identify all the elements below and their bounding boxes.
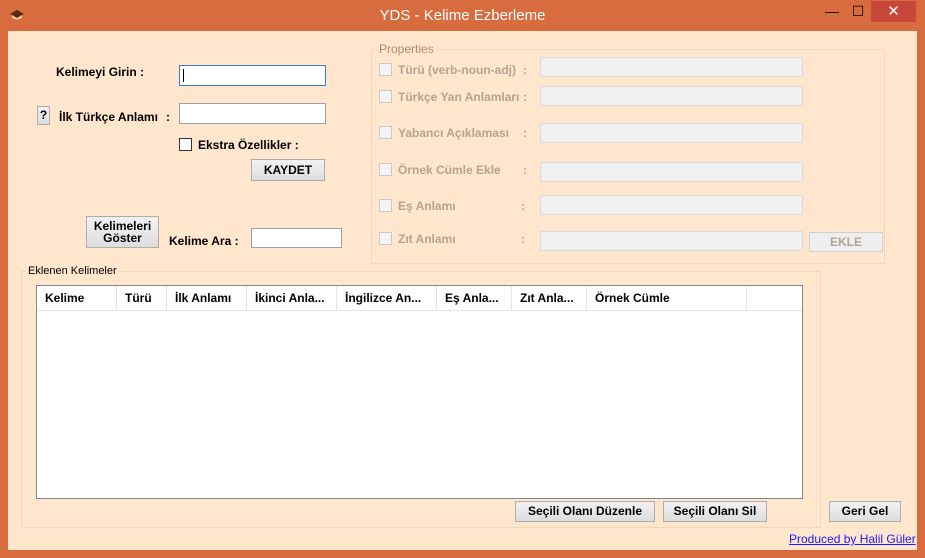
column-header-type[interactable]: Türü	[117, 286, 167, 311]
foreign-desc-colon: :	[523, 126, 527, 140]
credit-link[interactable]: Produced by Halil Güler	[789, 532, 916, 546]
column-header-english[interactable]: İngilizce An...	[337, 286, 437, 311]
antonym-label: Zıt Anlamı	[398, 232, 456, 246]
close-button[interactable]: ✕	[871, 1, 916, 22]
search-label: Kelime Ara :	[169, 234, 239, 248]
meaning-input[interactable]	[179, 103, 326, 124]
column-header-example-sentence[interactable]: Örnek Cümle	[587, 286, 747, 311]
help-button[interactable]: ?	[37, 106, 50, 125]
type-colon: :	[523, 63, 527, 77]
edit-selected-button[interactable]: Seçili Olanı Düzenle	[515, 501, 655, 522]
search-input[interactable]	[251, 228, 342, 248]
tr-side-meanings-label: Türkçe Yan Anlamları	[398, 90, 520, 104]
synonym-colon: :	[521, 199, 525, 213]
column-header-first-meaning[interactable]: İlk Anlamı	[167, 286, 247, 311]
column-header-word[interactable]: Kelime	[37, 286, 117, 311]
minimize-button[interactable]: —	[819, 2, 845, 22]
column-header-antonym[interactable]: Zıt Anla...	[512, 286, 587, 311]
foreign-desc-label: Yabancı Açıklaması	[398, 126, 509, 140]
words-list[interactable]: Kelime Türü İlk Anlamı İkinci Anla... İn…	[36, 285, 803, 499]
extra-features-checkbox[interactable]	[179, 138, 192, 151]
foreign-desc-checkbox[interactable]	[379, 126, 392, 139]
type-input[interactable]	[540, 57, 803, 77]
synonym-input[interactable]	[540, 195, 803, 215]
save-button[interactable]: KAYDET	[251, 159, 325, 181]
example-sentence-label: Örnek Cümle Ekle	[398, 163, 501, 177]
extra-features-label: Ekstra Özellikler :	[198, 138, 299, 152]
maximize-button[interactable]: ☐	[845, 2, 871, 22]
meaning-label: İlk Türkçe Anlamı	[59, 110, 158, 124]
tr-side-meanings-checkbox[interactable]	[379, 90, 392, 103]
words-list-header: Kelime Türü İlk Anlamı İkinci Anla... İn…	[37, 286, 802, 311]
type-label: Türü (verb-noun-adj)	[398, 63, 516, 77]
type-checkbox[interactable]	[379, 63, 392, 76]
synonym-checkbox[interactable]	[379, 199, 392, 212]
word-input[interactable]	[179, 65, 326, 86]
column-header-synonym[interactable]: Eş Anla...	[437, 286, 512, 311]
example-sentence-colon: :	[523, 163, 527, 177]
antonym-checkbox[interactable]	[379, 232, 392, 245]
text-caret	[183, 69, 184, 82]
properties-legend: Properties	[377, 42, 436, 56]
synonym-label: Eş Anlamı	[398, 199, 456, 213]
added-words-legend: Eklenen Kelimeler	[26, 265, 119, 277]
delete-selected-button[interactable]: Seçili Olanı Sil	[663, 501, 767, 522]
window-title: YDS - Kelime Ezberleme	[379, 7, 546, 24]
meaning-colon: :	[166, 110, 170, 124]
show-words-button[interactable]: Kelimeleri Göster	[86, 216, 159, 248]
title-bar[interactable]: YDS - Kelime Ezberleme — ☐ ✕	[0, 0, 925, 31]
back-button[interactable]: Geri Gel	[829, 501, 901, 522]
example-sentence-checkbox[interactable]	[379, 163, 392, 176]
example-sentence-input[interactable]	[540, 162, 803, 182]
antonym-colon: :	[521, 232, 525, 246]
client-area: Kelimeyi Girin : ? İlk Türkçe Anlamı : E…	[8, 31, 917, 550]
tr-side-meanings-colon: :	[523, 90, 527, 104]
add-button[interactable]: EKLE	[809, 232, 883, 252]
column-header-second-meaning[interactable]: İkinci Anla...	[247, 286, 337, 311]
foreign-desc-input[interactable]	[540, 123, 803, 143]
tr-side-meanings-input[interactable]	[540, 86, 803, 106]
antonym-input[interactable]	[540, 231, 803, 251]
word-label: Kelimeyi Girin :	[56, 65, 145, 79]
